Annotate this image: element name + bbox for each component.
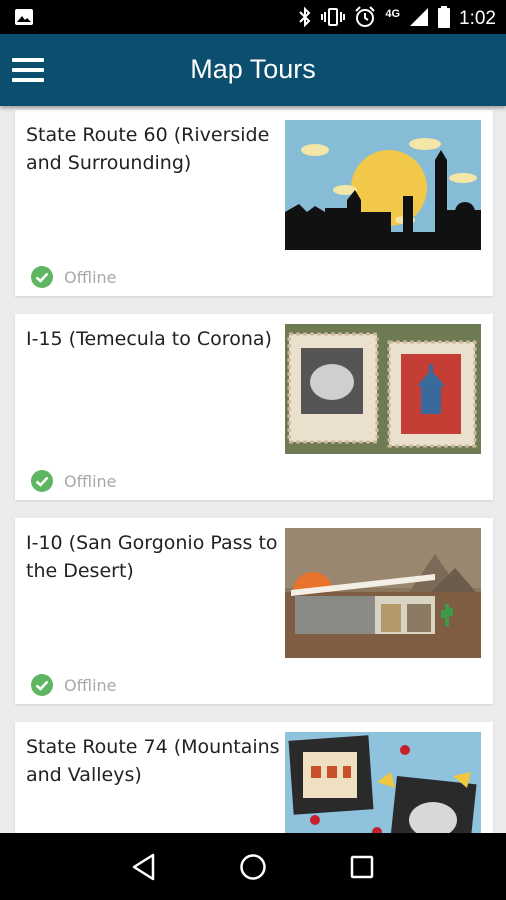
check-circle-icon	[31, 470, 53, 492]
tour-thumbnail	[285, 732, 481, 833]
tour-title: State Route 60 (Riverside and Surroundin…	[26, 124, 270, 174]
tour-thumbnail	[285, 120, 481, 250]
tour-card-state-route-60[interactable]: State Route 60 (Riverside and Surroundin…	[15, 110, 493, 296]
bluetooth-icon	[298, 6, 312, 32]
page-title: Map Tours	[190, 54, 316, 84]
signal-icon	[409, 7, 429, 31]
check-circle-icon	[31, 674, 53, 696]
tour-title: I-15 (Temecula to Corona)	[26, 328, 272, 350]
alarm-icon	[354, 6, 376, 32]
image-icon	[14, 8, 34, 30]
status-time: 1:02	[459, 8, 496, 29]
network-type: 4G	[385, 8, 401, 20]
back-icon[interactable]	[120, 843, 168, 891]
vibrate-icon	[321, 7, 346, 31]
offline-label: Offline	[64, 675, 117, 695]
check-circle-icon	[31, 266, 53, 288]
offline-label: Offline	[64, 267, 117, 287]
offline-status: Offline	[30, 673, 117, 697]
offline-status: Offline	[30, 469, 117, 493]
home-icon[interactable]	[229, 843, 277, 891]
tour-title: I-10 (San Gorgonio Pass to the Desert)	[26, 532, 278, 582]
status-bar: 4G 1:02	[0, 0, 506, 34]
navigation-bar	[0, 833, 506, 900]
app-bar: Map Tours	[0, 34, 506, 106]
battery-icon	[438, 6, 451, 32]
offline-label: Offline	[64, 471, 117, 491]
tour-title: State Route 74 (Mountains and Valleys)	[26, 736, 280, 786]
recents-icon[interactable]	[338, 843, 386, 891]
tour-card-i-10[interactable]: I-10 (San Gorgonio Pass to the Desert) O…	[15, 518, 493, 704]
tour-card-i-15[interactable]: I-15 (Temecula to Corona) Offline	[15, 314, 493, 500]
tour-thumbnail	[285, 528, 481, 658]
tour-list[interactable]: State Route 60 (Riverside and Surroundin…	[0, 106, 506, 833]
tour-card-state-route-74[interactable]: State Route 74 (Mountains and Valleys)	[15, 722, 493, 833]
tour-thumbnail	[285, 324, 481, 454]
offline-status: Offline	[30, 265, 117, 289]
